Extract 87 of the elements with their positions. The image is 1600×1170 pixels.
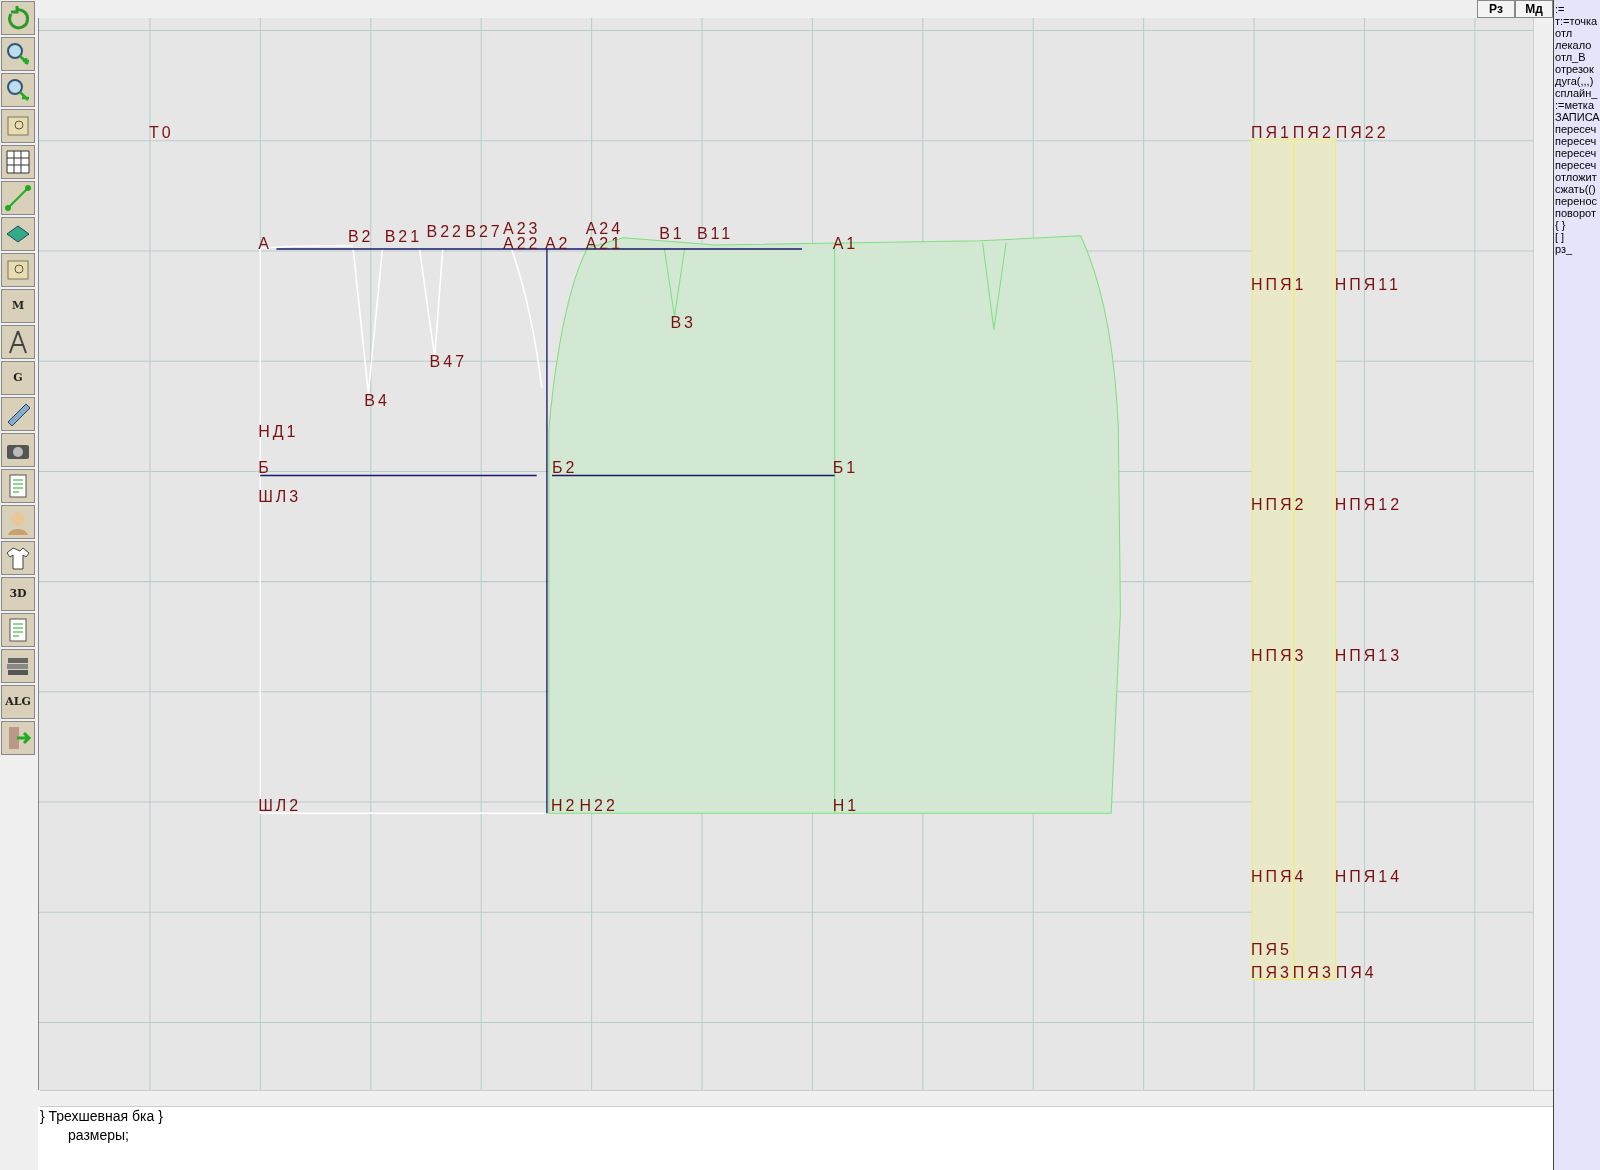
command-item[interactable]: сплайн_ (1554, 87, 1600, 99)
point-label: ШЛ2 (258, 798, 302, 815)
point-label: В47 (429, 354, 468, 371)
point-label: ШЛ3 (258, 488, 302, 505)
point-label: В2 (347, 228, 374, 245)
point-label: НПЯ14 (1334, 868, 1403, 885)
code-line: размеры; (67, 1126, 130, 1145)
point-label: А2 (544, 235, 571, 252)
point-label: В27 (465, 223, 503, 240)
point-label: Б2 (552, 460, 578, 477)
line-icon (4, 184, 32, 212)
point-label: А22 (503, 235, 541, 252)
point-label: Н22 (579, 798, 618, 815)
point-label: НПЯ12 (1334, 497, 1403, 514)
point-label: В21 (384, 228, 423, 245)
command-item[interactable]: отложит (1554, 171, 1600, 183)
point-label: А24 (585, 220, 624, 237)
point-label: Т0 (148, 124, 174, 141)
horizontal-scrollbar[interactable] (40, 1090, 1553, 1107)
tool-button[interactable] (1, 649, 35, 683)
command-item[interactable]: := (1554, 3, 1600, 15)
tool-button[interactable] (1, 253, 35, 287)
point-label: НПЯ4 (1251, 868, 1307, 885)
point-label: В1 (659, 225, 685, 242)
tool-button[interactable] (1, 541, 35, 575)
point-label: В11 (696, 225, 734, 242)
point-label: Б (258, 460, 272, 477)
point-label: НПЯ13 (1334, 648, 1403, 665)
tool-button[interactable] (1, 433, 35, 467)
mode-button[interactable]: Рз (1477, 0, 1515, 18)
command-item[interactable]: отрезок (1554, 63, 1600, 75)
point-label: Б1 (832, 460, 859, 477)
tool-button[interactable] (1, 109, 35, 143)
command-item[interactable]: пересеч (1554, 123, 1600, 135)
command-item[interactable]: поворот (1554, 207, 1600, 219)
command-item[interactable]: дуга(,,,) (1554, 75, 1600, 87)
command-item[interactable]: пересеч (1554, 159, 1600, 171)
command-item[interactable]: рз_ (1554, 243, 1600, 255)
tool-button[interactable] (1, 325, 35, 359)
tool-button[interactable] (1, 217, 35, 251)
point-label: ПЯ5 (1251, 942, 1292, 958)
tool-button[interactable] (1, 469, 35, 503)
point-label: ПЯ3 (1251, 965, 1292, 982)
tool-button[interactable]: M (1, 289, 35, 323)
command-item[interactable]: отл_В (1554, 51, 1600, 63)
point-label: А1 (832, 235, 859, 252)
code-line: } Трехшевная бка } (39, 1107, 164, 1126)
command-item[interactable]: т:=точка (1554, 15, 1600, 27)
command-item[interactable]: сжать(() (1554, 183, 1600, 195)
point-label: ПЯ22 (1335, 124, 1389, 141)
point-label: ПЯ2 (1292, 124, 1334, 141)
tool-button[interactable] (1, 37, 35, 71)
mode-button[interactable]: Мд (1515, 0, 1553, 18)
command-item[interactable]: лекало (1554, 39, 1600, 51)
command-item[interactable]: [ ] (1554, 231, 1600, 243)
command-item[interactable]: пересеч (1554, 147, 1600, 159)
command-item[interactable]: перенос (1554, 195, 1600, 207)
point-label: В4 (364, 393, 390, 410)
point-label: Н1 (832, 798, 860, 815)
point-label: В3 (670, 315, 696, 332)
point-label: ПЯ1 (1251, 124, 1292, 141)
tool-button[interactable] (1, 73, 35, 107)
command-item[interactable]: ЗАПИСА (1554, 111, 1600, 123)
point-label: НПЯ11 (1334, 276, 1401, 293)
point-label: НД1 (258, 423, 299, 440)
tool-button[interactable]: 3D (1, 577, 35, 611)
point-label: Н2 (551, 798, 578, 815)
point-label: А21 (585, 235, 624, 252)
tool-button[interactable] (1, 613, 35, 647)
point-label: НПЯ3 (1251, 648, 1307, 665)
tool-button[interactable] (1, 145, 35, 179)
point-label: А (258, 235, 272, 252)
point-label: В22 (426, 223, 464, 240)
grid-icon (4, 148, 32, 176)
tool-button[interactable]: ALG (1, 685, 35, 719)
command-item[interactable]: пересеч (1554, 135, 1600, 147)
point-label: НПЯ2 (1251, 497, 1307, 514)
command-item[interactable]: :=метка (1554, 99, 1600, 111)
point-label: НПЯ1 (1251, 276, 1307, 293)
tool-button[interactable] (1, 397, 35, 431)
command-item[interactable]: отл (1554, 27, 1600, 39)
tool-button[interactable]: G (1, 361, 35, 395)
point-label: ПЯ4 (1335, 965, 1377, 982)
point-label: ПЯ3 (1292, 965, 1334, 982)
command-item[interactable]: { } (1554, 219, 1600, 231)
script-editor[interactable]: } Трехшевная бка } размеры; (38, 1107, 1553, 1170)
point-label: А23 (503, 220, 541, 237)
